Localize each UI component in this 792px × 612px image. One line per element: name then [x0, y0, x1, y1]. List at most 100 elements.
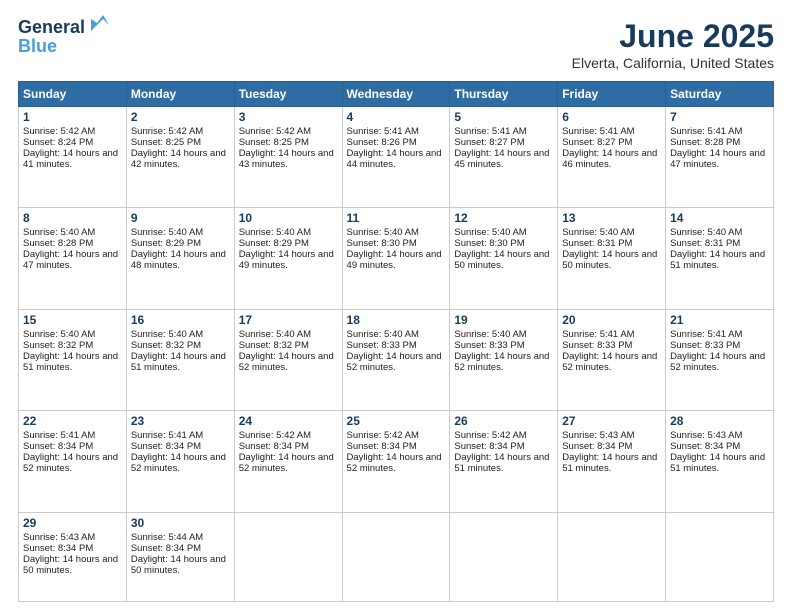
weekday-sunday: Sunday [19, 82, 127, 107]
day-number: 9 [131, 211, 230, 225]
daylight-label: Daylight: 14 hours and 50 minutes. [23, 554, 118, 576]
sunrise-label: Sunrise: 5:43 AM [23, 532, 95, 543]
weekday-tuesday: Tuesday [234, 82, 342, 107]
weekday-saturday: Saturday [666, 82, 774, 107]
sunset-label: Sunset: 8:25 PM [239, 137, 309, 148]
daylight-label: Daylight: 14 hours and 52 minutes. [562, 351, 657, 373]
daylight-label: Daylight: 14 hours and 47 minutes. [670, 148, 765, 170]
calendar-cell: 14 Sunrise: 5:40 AM Sunset: 8:31 PM Dayl… [666, 208, 774, 309]
day-number: 5 [454, 110, 553, 124]
calendar-cell: 9 Sunrise: 5:40 AM Sunset: 8:29 PM Dayli… [126, 208, 234, 309]
sunset-label: Sunset: 8:32 PM [131, 340, 201, 351]
day-number: 11 [347, 211, 446, 225]
logo: General Blue [18, 18, 115, 57]
daylight-label: Daylight: 14 hours and 43 minutes. [239, 148, 334, 170]
sunrise-label: Sunrise: 5:41 AM [670, 329, 742, 340]
day-number: 16 [131, 313, 230, 327]
sunrise-label: Sunrise: 5:41 AM [670, 126, 742, 137]
sunrise-label: Sunrise: 5:40 AM [131, 329, 203, 340]
day-number: 10 [239, 211, 338, 225]
logo-bird-icon [87, 13, 115, 35]
calendar-cell: 7 Sunrise: 5:41 AM Sunset: 8:28 PM Dayli… [666, 107, 774, 208]
sunrise-label: Sunrise: 5:43 AM [670, 430, 742, 441]
sunrise-label: Sunrise: 5:40 AM [670, 227, 742, 238]
location: Elverta, California, United States [572, 55, 774, 71]
daylight-label: Daylight: 14 hours and 50 minutes. [131, 554, 226, 576]
week-row-1: 1 Sunrise: 5:42 AM Sunset: 8:24 PM Dayli… [19, 107, 774, 208]
sunrise-label: Sunrise: 5:40 AM [239, 329, 311, 340]
calendar-cell: 17 Sunrise: 5:40 AM Sunset: 8:32 PM Dayl… [234, 309, 342, 410]
sunset-label: Sunset: 8:32 PM [23, 340, 93, 351]
daylight-label: Daylight: 14 hours and 52 minutes. [131, 452, 226, 474]
daylight-label: Daylight: 14 hours and 49 minutes. [239, 249, 334, 271]
sunrise-label: Sunrise: 5:40 AM [23, 227, 95, 238]
calendar-cell: 1 Sunrise: 5:42 AM Sunset: 8:24 PM Dayli… [19, 107, 127, 208]
sunrise-label: Sunrise: 5:41 AM [23, 430, 95, 441]
day-number: 1 [23, 110, 122, 124]
day-number: 21 [670, 313, 769, 327]
calendar-cell: 24 Sunrise: 5:42 AM Sunset: 8:34 PM Dayl… [234, 411, 342, 512]
calendar-cell: 11 Sunrise: 5:40 AM Sunset: 8:30 PM Dayl… [342, 208, 450, 309]
calendar-cell: 15 Sunrise: 5:40 AM Sunset: 8:32 PM Dayl… [19, 309, 127, 410]
sunrise-label: Sunrise: 5:40 AM [23, 329, 95, 340]
daylight-label: Daylight: 14 hours and 41 minutes. [23, 148, 118, 170]
daylight-label: Daylight: 14 hours and 46 minutes. [562, 148, 657, 170]
day-number: 12 [454, 211, 553, 225]
day-number: 27 [562, 414, 661, 428]
day-number: 6 [562, 110, 661, 124]
daylight-label: Daylight: 14 hours and 51 minutes. [23, 351, 118, 373]
sunrise-label: Sunrise: 5:42 AM [454, 430, 526, 441]
calendar-cell: 27 Sunrise: 5:43 AM Sunset: 8:34 PM Dayl… [558, 411, 666, 512]
week-row-4: 22 Sunrise: 5:41 AM Sunset: 8:34 PM Dayl… [19, 411, 774, 512]
daylight-label: Daylight: 14 hours and 44 minutes. [347, 148, 442, 170]
sunset-label: Sunset: 8:28 PM [23, 238, 93, 249]
sunset-label: Sunset: 8:25 PM [131, 137, 201, 148]
daylight-label: Daylight: 14 hours and 50 minutes. [454, 249, 549, 271]
day-number: 7 [670, 110, 769, 124]
sunset-label: Sunset: 8:31 PM [562, 238, 632, 249]
daylight-label: Daylight: 14 hours and 48 minutes. [131, 249, 226, 271]
calendar-cell: 4 Sunrise: 5:41 AM Sunset: 8:26 PM Dayli… [342, 107, 450, 208]
sunset-label: Sunset: 8:34 PM [23, 441, 93, 452]
daylight-label: Daylight: 14 hours and 42 minutes. [131, 148, 226, 170]
weekday-header-row: SundayMondayTuesdayWednesdayThursdayFrid… [19, 82, 774, 107]
calendar-cell: 25 Sunrise: 5:42 AM Sunset: 8:34 PM Dayl… [342, 411, 450, 512]
calendar: SundayMondayTuesdayWednesdayThursdayFrid… [18, 81, 774, 602]
calendar-cell: 30 Sunrise: 5:44 AM Sunset: 8:34 PM Dayl… [126, 512, 234, 602]
sunset-label: Sunset: 8:27 PM [454, 137, 524, 148]
day-number: 23 [131, 414, 230, 428]
daylight-label: Daylight: 14 hours and 47 minutes. [23, 249, 118, 271]
logo-container: General Blue [18, 18, 115, 57]
weekday-wednesday: Wednesday [342, 82, 450, 107]
calendar-cell: 26 Sunrise: 5:42 AM Sunset: 8:34 PM Dayl… [450, 411, 558, 512]
month-title: June 2025 [572, 18, 774, 55]
calendar-cell: 29 Sunrise: 5:43 AM Sunset: 8:34 PM Dayl… [19, 512, 127, 602]
day-number: 18 [347, 313, 446, 327]
day-number: 25 [347, 414, 446, 428]
daylight-label: Daylight: 14 hours and 49 minutes. [347, 249, 442, 271]
sunset-label: Sunset: 8:29 PM [239, 238, 309, 249]
sunset-label: Sunset: 8:30 PM [347, 238, 417, 249]
sunrise-label: Sunrise: 5:42 AM [239, 430, 311, 441]
day-number: 28 [670, 414, 769, 428]
sunset-label: Sunset: 8:24 PM [23, 137, 93, 148]
calendar-cell [234, 512, 342, 602]
sunset-label: Sunset: 8:34 PM [454, 441, 524, 452]
logo-blue-text: Blue [18, 36, 57, 57]
calendar-cell: 22 Sunrise: 5:41 AM Sunset: 8:34 PM Dayl… [19, 411, 127, 512]
calendar-cell: 10 Sunrise: 5:40 AM Sunset: 8:29 PM Dayl… [234, 208, 342, 309]
sunrise-label: Sunrise: 5:40 AM [347, 329, 419, 340]
sunset-label: Sunset: 8:28 PM [670, 137, 740, 148]
sunset-label: Sunset: 8:34 PM [131, 441, 201, 452]
calendar-cell [558, 512, 666, 602]
sunset-label: Sunset: 8:26 PM [347, 137, 417, 148]
calendar-cell: 3 Sunrise: 5:42 AM Sunset: 8:25 PM Dayli… [234, 107, 342, 208]
day-number: 19 [454, 313, 553, 327]
sunrise-label: Sunrise: 5:40 AM [131, 227, 203, 238]
day-number: 30 [131, 516, 230, 530]
daylight-label: Daylight: 14 hours and 52 minutes. [347, 452, 442, 474]
day-number: 17 [239, 313, 338, 327]
sunrise-label: Sunrise: 5:41 AM [562, 126, 634, 137]
sunrise-label: Sunrise: 5:42 AM [239, 126, 311, 137]
day-number: 8 [23, 211, 122, 225]
